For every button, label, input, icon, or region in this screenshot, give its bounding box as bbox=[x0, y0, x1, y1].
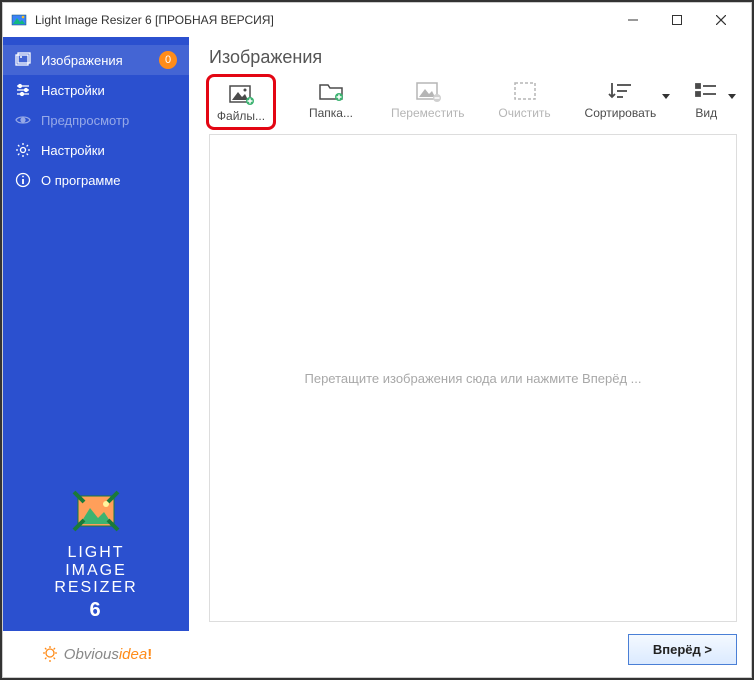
main-panel: Изображения Файлы... Папка... bbox=[189, 37, 751, 677]
chevron-down-icon bbox=[728, 88, 736, 102]
images-icon bbox=[15, 52, 31, 68]
tool-label: Файлы... bbox=[217, 109, 265, 123]
toolbar: Файлы... Папка... Переместить bbox=[209, 80, 737, 126]
image-remove-icon bbox=[415, 80, 441, 102]
brand-line3: RESIZER bbox=[54, 579, 137, 597]
titlebar: Light Image Resizer 6 [ПРОБНАЯ ВЕРСИЯ] bbox=[3, 3, 751, 37]
brand-logo-icon bbox=[66, 484, 126, 538]
sidebar-item-settings-1[interactable]: Настройки bbox=[3, 75, 189, 105]
sort-icon bbox=[607, 80, 633, 102]
clear-icon bbox=[512, 80, 538, 102]
tool-label: Очистить bbox=[498, 106, 550, 120]
gear-icon bbox=[15, 142, 31, 158]
brand-line1: LIGHT bbox=[54, 544, 137, 562]
chevron-down-icon bbox=[662, 88, 670, 102]
sidebar-item-label: Настройки bbox=[41, 143, 177, 158]
sidebar-item-about[interactable]: О программе bbox=[3, 165, 189, 195]
sidebar-brand: LIGHT IMAGE RESIZER 6 bbox=[3, 195, 189, 631]
footer: Вперёд > bbox=[209, 634, 737, 665]
brand-line2: IMAGE bbox=[54, 562, 137, 580]
tool-label: Вид bbox=[695, 106, 717, 120]
footer-brand-text: Obviousidea! bbox=[64, 646, 152, 663]
image-add-icon bbox=[228, 83, 254, 105]
sidebar-item-images[interactable]: Изображения 0 bbox=[3, 45, 189, 75]
next-button[interactable]: Вперёд > bbox=[628, 634, 737, 665]
sidebar-item-label: Предпросмотр bbox=[41, 113, 177, 128]
page-title: Изображения bbox=[209, 47, 737, 68]
sidebar-item-label: Настройки bbox=[41, 83, 177, 98]
info-icon bbox=[15, 172, 31, 188]
clear-button: Очистить bbox=[495, 80, 555, 120]
add-files-button[interactable]: Файлы... bbox=[211, 80, 271, 126]
sidebar-footer[interactable]: Obviousidea! bbox=[3, 631, 189, 677]
brand-version: 6 bbox=[54, 599, 137, 621]
images-count-badge: 0 bbox=[159, 51, 177, 69]
sliders-icon bbox=[15, 82, 31, 98]
sidebar-nav: Изображения 0 Настройки Предпросмотр bbox=[3, 37, 189, 195]
highlight-annotation: Файлы... bbox=[206, 74, 276, 130]
sidebar: Изображения 0 Настройки Предпросмотр bbox=[3, 37, 189, 677]
sidebar-item-settings-2[interactable]: Настройки bbox=[3, 135, 189, 165]
maximize-button[interactable] bbox=[655, 5, 699, 35]
sidebar-item-label: О программе bbox=[41, 173, 177, 188]
image-dropzone[interactable]: Перетащите изображения сюда или нажмите … bbox=[209, 134, 737, 622]
close-button[interactable] bbox=[699, 5, 743, 35]
view-list-icon bbox=[693, 80, 719, 102]
brand-text: LIGHT IMAGE RESIZER 6 bbox=[54, 544, 137, 621]
tool-label: Переместить bbox=[391, 106, 465, 120]
dropzone-hint: Перетащите изображения сюда или нажмите … bbox=[305, 371, 642, 386]
lightbulb-icon bbox=[40, 644, 60, 664]
tool-label: Папка... bbox=[309, 106, 353, 120]
eye-icon bbox=[15, 112, 31, 128]
view-button[interactable]: Вид bbox=[686, 80, 726, 120]
move-button: Переместить bbox=[391, 80, 465, 120]
tool-label: Сортировать bbox=[585, 106, 657, 120]
sort-button[interactable]: Сортировать bbox=[585, 80, 657, 120]
minimize-button[interactable] bbox=[611, 5, 655, 35]
add-folder-button[interactable]: Папка... bbox=[301, 80, 361, 120]
window-title: Light Image Resizer 6 [ПРОБНАЯ ВЕРСИЯ] bbox=[35, 13, 274, 27]
sidebar-item-preview: Предпросмотр bbox=[3, 105, 189, 135]
app-window: Light Image Resizer 6 [ПРОБНАЯ ВЕРСИЯ] И… bbox=[2, 2, 752, 678]
folder-add-icon bbox=[318, 80, 344, 102]
app-icon bbox=[11, 12, 27, 28]
sidebar-item-label: Изображения bbox=[41, 53, 149, 68]
